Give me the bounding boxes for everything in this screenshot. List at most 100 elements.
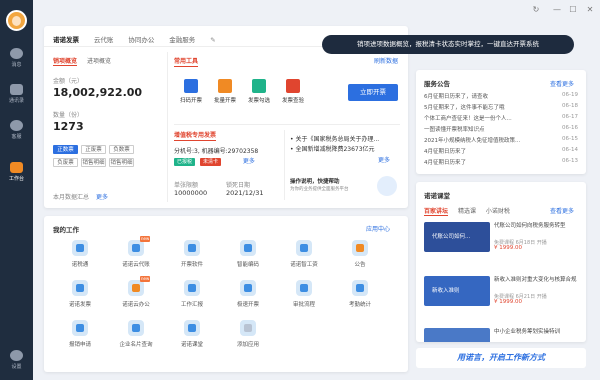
tab-collab-office[interactable]: 协同办公 xyxy=(128,34,154,44)
sidebar-item-workbench[interactable]: 工作台 xyxy=(0,162,33,182)
course-item[interactable]: 代账公司如何... 代账公司如何向税务服务转型 免费课程 6月18日 开播 ¥ … xyxy=(424,222,578,252)
announcement-date: 06-14 xyxy=(562,147,578,153)
edit-icon[interactable]: ✎ xyxy=(210,36,215,44)
invoice-check-icon xyxy=(252,79,266,93)
work-item-fast-invoice[interactable]: 极速开票 xyxy=(220,280,276,308)
tab-cloud-accounting[interactable]: 云代账 xyxy=(94,34,114,44)
course-item[interactable]: 新收入准则 新收入准则对重大变化与核算合规 免费课程 6月21日 开播 ¥ 19… xyxy=(424,276,578,306)
work-item-add-app[interactable]: 添加应用 xyxy=(220,320,276,348)
work-item-classroom[interactable]: 诺诺课堂 xyxy=(164,320,220,348)
course-item[interactable]: 中小企业税务筹划实操特训 xyxy=(424,328,578,342)
announcement-item[interactable]: 2021年小规模纳税人免征增值税政策... 06-15 xyxy=(424,136,578,144)
work-item-cloud-accounting[interactable]: new 诺诺云代账 xyxy=(108,236,164,268)
announcement-date: 06-19 xyxy=(562,92,578,98)
work-item-cloud-office[interactable]: new 诺诺云办公 xyxy=(108,276,164,308)
tool-batch-invoice[interactable]: 批量开票 xyxy=(209,79,241,104)
work-item-label: 诺诺智工资 xyxy=(290,262,318,268)
work-item-announcement[interactable]: 公告 xyxy=(332,240,388,268)
ticket-type-positive[interactable]: 正数票 xyxy=(53,145,78,154)
tab-featured[interactable]: 精选课 xyxy=(458,206,476,215)
guide-subtitle: 为你的业务提供全面服务平台 xyxy=(290,187,349,192)
app-center-link[interactable]: 应用中心 xyxy=(366,224,390,233)
tool-invoice-verify[interactable]: 发票查验 xyxy=(277,79,309,104)
minimize-button[interactable]: — xyxy=(551,4,563,16)
work-item-invoice-software[interactable]: 开票软件 xyxy=(164,240,220,268)
summary-row: 本月数据汇总 更多 xyxy=(53,192,108,201)
news-item-title: 关于《国家税务总局关于办理... xyxy=(295,136,380,143)
announcement-date: 06-15 xyxy=(562,136,578,142)
sidebar-item-contacts[interactable]: 通讯录 xyxy=(0,84,33,104)
approval-flow-icon xyxy=(296,280,312,296)
summary-label: 本月数据汇总 xyxy=(53,194,90,201)
sidebar-item-messages[interactable]: 消息 xyxy=(0,48,33,68)
tax-machine-info: 分机号:3, 机器编号:29702358 xyxy=(174,148,259,155)
close-button[interactable]: ✕ xyxy=(584,4,596,16)
open-invoice-button[interactable]: 立即开票 xyxy=(348,84,398,101)
sidebar-item-settings[interactable]: 设置 xyxy=(0,350,33,370)
new-badge: new xyxy=(140,276,151,282)
sidebar-item-label: 消息 xyxy=(11,62,22,68)
tab-sales-overview[interactable]: 销项概览 xyxy=(53,56,78,66)
tab-purchase-overview[interactable]: 进项概览 xyxy=(87,56,111,65)
work-item-label: 考勤统计 xyxy=(348,302,371,308)
ticket-type-sales-detail-2[interactable]: 销售明细 xyxy=(109,158,134,167)
work-item-label: 企业名片查询 xyxy=(119,342,153,348)
work-item-company-card[interactable]: 企业名片查询 xyxy=(108,320,164,348)
course-price: ¥ 1999.00 xyxy=(494,299,522,305)
class-title: 诺诺课堂 xyxy=(424,192,450,200)
ticket-type-sales-detail[interactable]: 销售明细 xyxy=(81,158,106,167)
maximize-button[interactable]: ☐ xyxy=(567,4,579,16)
tool-scan-invoice[interactable]: 扫码开票 xyxy=(175,79,207,104)
tool-label: 发票查验 xyxy=(281,98,304,104)
course-thumbnail xyxy=(424,328,490,342)
announcement-title: 5月征期来了，这件事不能忘了哦 xyxy=(424,105,505,111)
tool-invoice-check[interactable]: 发票勾选 xyxy=(243,79,275,104)
work-item-approval-flow[interactable]: 审批流程 xyxy=(276,280,332,308)
ticket-type-negative[interactable]: 负数票 xyxy=(109,145,134,154)
tab-nuonuo-invoice[interactable]: 诺诺发票 xyxy=(53,34,79,44)
ticket-type-negative-void[interactable]: 负废票 xyxy=(53,158,78,167)
attendance-icon xyxy=(352,280,368,296)
announcement-item[interactable]: 个体工商户查征来！这是一份个人... 06-17 xyxy=(424,114,578,122)
announcement-item[interactable]: 4月征期日历来了 06-14 xyxy=(424,147,578,155)
tax-more-link[interactable]: 更多 xyxy=(243,158,255,165)
count-label: 数量（份） xyxy=(53,112,84,119)
tab-finance[interactable]: 金融服务 xyxy=(169,34,195,44)
course-thumbnail: 新收入准则 xyxy=(424,276,490,306)
class-more-link[interactable]: 查看更多 xyxy=(550,206,574,215)
announcement-date: 06-18 xyxy=(562,103,578,109)
work-item-smart-coding[interactable]: 智能编码 xyxy=(220,240,276,268)
announce-more-link[interactable]: 查看更多 xyxy=(550,79,574,88)
work-item-reimbursement[interactable]: 报销申请 xyxy=(52,320,108,348)
avatar[interactable] xyxy=(6,10,27,31)
work-item-nuonuo-invoice[interactable]: 诺诺发票 xyxy=(52,280,108,308)
work-item-attendance[interactable]: 考勤统计 xyxy=(332,280,388,308)
work-item-label: 极速开票 xyxy=(236,302,259,308)
work-item-work-report[interactable]: 工作汇报 xyxy=(164,280,220,308)
tax-section-title: 增值税专用发票 xyxy=(174,132,217,141)
guide-title[interactable]: 操作说明，快捷帮助 xyxy=(290,177,340,185)
news-more-link[interactable]: 更多 xyxy=(378,155,390,164)
refresh-icon[interactable]: ↻ xyxy=(530,4,542,16)
announcement-item[interactable]: 5月征期来了，这件事不能忘了哦 06-18 xyxy=(424,103,578,111)
tab-lecture[interactable]: 百家讲坛 xyxy=(424,206,449,216)
announcement-item[interactable]: 4月征期日历来了 06-13 xyxy=(424,158,578,166)
tab-tax[interactable]: 小诺财税 xyxy=(486,206,510,215)
batch-invoice-icon xyxy=(218,79,232,93)
news-item[interactable]: • 全国新增减税降费23673亿元 xyxy=(290,144,402,153)
announcement-item[interactable]: 一图读懂开票税率知识点 06-16 xyxy=(424,125,578,133)
work-item-label: 诺税通 xyxy=(71,262,89,268)
sidebar-item-service[interactable]: 客服 xyxy=(0,120,33,140)
refresh-data-link[interactable]: 刷新数据 xyxy=(374,56,398,65)
customer-service-icon xyxy=(10,120,23,131)
news-item[interactable]: • 关于《国家税务总局关于办理... xyxy=(290,134,402,143)
scan-invoice-icon xyxy=(184,79,198,93)
sidebar-item-label: 通讯录 xyxy=(8,98,24,104)
work-item-nuoshuitong[interactable]: 诺税通 xyxy=(52,240,108,268)
smart-coding-icon xyxy=(240,240,256,256)
summary-more-link[interactable]: 更多 xyxy=(96,194,108,201)
announcement-item[interactable]: 6月征期日历来了，请查收 06-19 xyxy=(424,92,578,100)
ticket-type-positive-void[interactable]: 正废票 xyxy=(81,145,106,154)
work-item-smart-salary[interactable]: 诺诺智工资 xyxy=(276,240,332,268)
lock-date-label: 锁死日期 xyxy=(226,182,251,189)
